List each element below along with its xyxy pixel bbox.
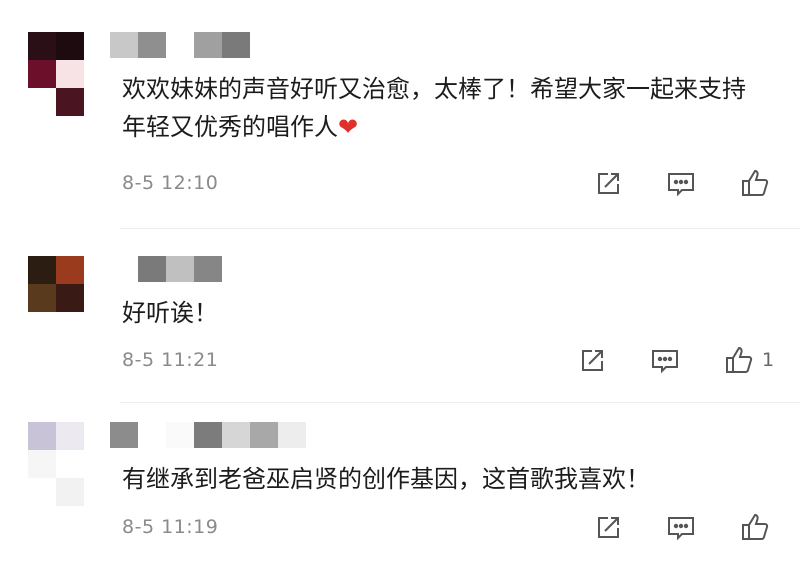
comment-item: 好听诶！ 8-5 11:21 1 — [0, 228, 800, 413]
comment-text: 好听诶！ — [122, 299, 218, 327]
reply-button[interactable] — [666, 514, 696, 542]
avatar[interactable] — [28, 422, 84, 506]
username-masked[interactable] — [110, 32, 250, 58]
share-icon — [582, 350, 603, 371]
thumbs-up-icon — [742, 513, 769, 540]
share-icon — [598, 173, 619, 194]
like-button[interactable]: 1 — [724, 345, 774, 375]
comment-item: 欢欢妹妹的声音好听又治愈，太棒了！希望大家一起来支持年轻又优秀的唱作人❤ 8-5… — [0, 0, 800, 228]
comment-item: 有继承到老爸巫启贤的创作基因，这首歌我喜欢！ 8-5 11:19 — [0, 402, 800, 561]
comment-time: 8-5 12:10 — [122, 172, 219, 194]
avatar[interactable] — [28, 32, 84, 116]
like-count: 1 — [762, 349, 775, 371]
like-button[interactable] — [740, 512, 778, 542]
heart-emoji: ❤ — [338, 113, 359, 141]
comment-icon — [652, 350, 678, 374]
username-masked[interactable] — [110, 422, 306, 448]
comment-text: 欢欢妹妹的声音好听又治愈，太棒了！希望大家一起来支持年轻又优秀的唱作人❤ — [122, 75, 746, 141]
comment-time: 8-5 11:21 — [122, 349, 219, 371]
avatar[interactable] — [28, 256, 84, 312]
reply-button[interactable] — [650, 347, 680, 375]
share-icon — [598, 517, 619, 538]
share-button[interactable] — [578, 347, 606, 375]
share-button[interactable] — [594, 170, 622, 198]
thumbs-up-icon — [742, 169, 769, 196]
comment-icon — [668, 173, 694, 197]
reply-button[interactable] — [666, 170, 696, 198]
username-masked[interactable] — [138, 256, 222, 282]
comment-icon — [668, 517, 694, 541]
comment-text: 有继承到老爸巫启贤的创作基因，这首歌我喜欢！ — [122, 465, 650, 493]
share-button[interactable] — [594, 514, 622, 542]
comment-time: 8-5 11:19 — [122, 516, 219, 538]
like-button[interactable] — [740, 168, 778, 198]
thumbs-up-icon — [726, 346, 753, 373]
